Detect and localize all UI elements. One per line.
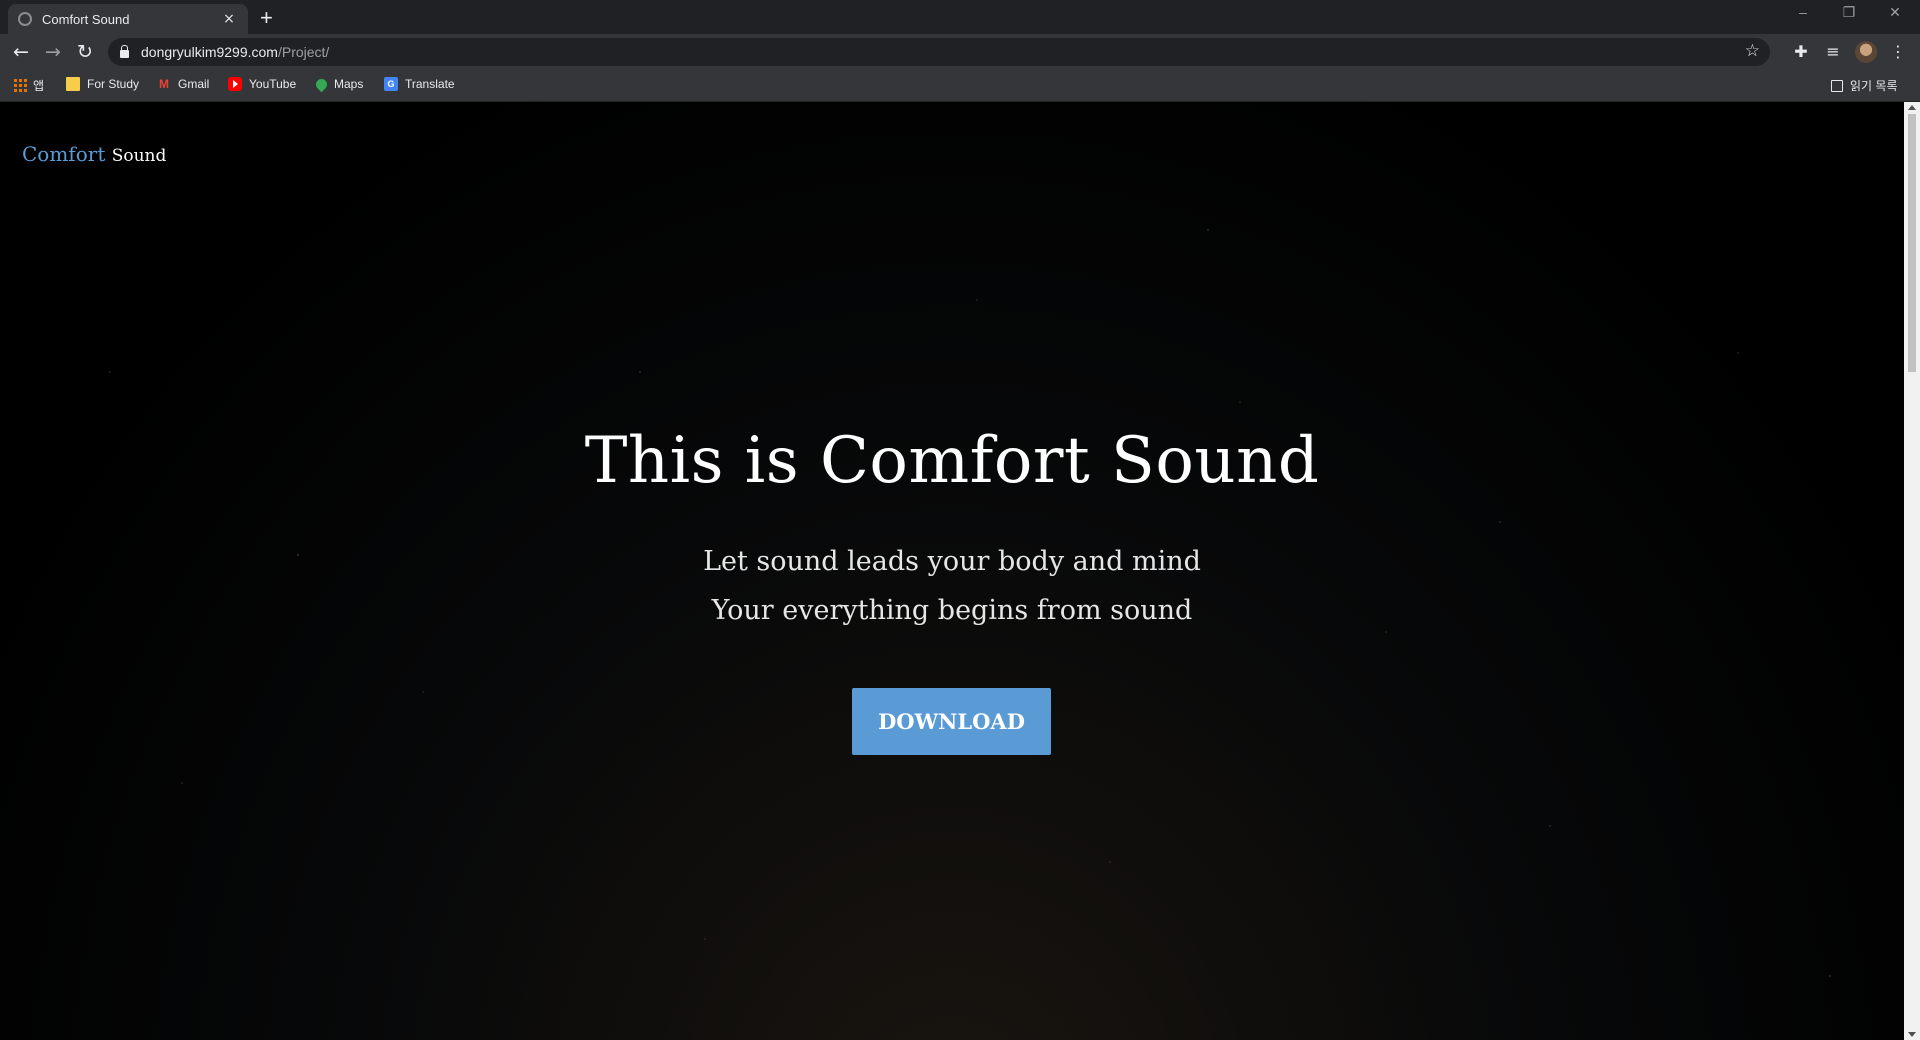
scroll-up-arrow-icon[interactable]: [1908, 105, 1916, 110]
apps-label: 앱: [33, 79, 45, 93]
apps-shortcut[interactable]: 앱: [14, 77, 44, 94]
scroll-down-arrow-icon[interactable]: [1908, 1032, 1916, 1037]
bookmarks-bar: 앱 For Study M Gmail YouTube Maps G Trans…: [0, 70, 1920, 102]
minimize-button[interactable]: –: [1780, 4, 1826, 20]
back-button[interactable]: ←: [9, 40, 33, 64]
lock-icon: [120, 45, 129, 58]
download-button[interactable]: DOWNLOAD: [852, 688, 1051, 755]
address-bar[interactable]: dongryulkim9299.com /Project/ ☆: [108, 38, 1770, 66]
bookmark-youtube[interactable]: YouTube: [228, 77, 296, 91]
apps-grid-icon: [14, 79, 27, 92]
reading-list-button[interactable]: 읽기 목록: [1831, 77, 1898, 94]
url-host: dongryulkim9299.com: [141, 44, 278, 60]
extensions-icon[interactable]: ✚: [1790, 41, 1812, 63]
scroll-thumb[interactable]: [1908, 114, 1916, 372]
url-path: /Project/: [277, 44, 330, 60]
bookmark-label: Gmail: [178, 77, 210, 91]
forward-button[interactable]: →: [41, 40, 65, 64]
youtube-icon: [228, 77, 242, 91]
hero-subtitle-line2: Your everything begins from sound: [711, 595, 1193, 626]
bookmark-star-icon[interactable]: ☆: [1745, 41, 1760, 61]
tab-close-icon[interactable]: ×: [220, 11, 238, 27]
folder-icon: [66, 77, 80, 91]
restore-button[interactable]: ❐: [1826, 4, 1872, 21]
hero-subtitle-line1: Let sound leads your body and mind: [703, 546, 1201, 577]
browser-tab-strip: Comfort Sound × + – ❐ ✕: [0, 0, 1920, 34]
gmail-icon: M: [159, 77, 169, 91]
media-control-icon[interactable]: ≡: [1822, 41, 1844, 63]
bookmark-translate[interactable]: G Translate: [384, 77, 455, 91]
bookmark-label: Translate: [405, 77, 455, 91]
menu-icon[interactable]: ⋮: [1887, 41, 1909, 63]
brand-first-word: Comfort: [22, 142, 106, 166]
bookmark-label: For Study: [87, 77, 140, 91]
bookmark-label: Maps: [334, 77, 364, 91]
browser-tab[interactable]: Comfort Sound ×: [8, 4, 248, 34]
reload-button[interactable]: ↻: [73, 40, 97, 64]
profile-avatar[interactable]: [1855, 41, 1877, 63]
bookmark-for-study[interactable]: For Study: [66, 77, 139, 91]
brand-second-word: Sound: [111, 146, 167, 166]
new-tab-button[interactable]: +: [260, 5, 273, 31]
maps-icon: [313, 76, 330, 92]
translate-icon: G: [384, 77, 398, 91]
bookmark-maps[interactable]: Maps: [313, 76, 364, 92]
site-logo[interactable]: Comfort Sound: [22, 142, 166, 166]
hero-title: This is Comfort Sound: [584, 424, 1320, 498]
bookmark-gmail[interactable]: M Gmail: [157, 77, 209, 91]
page-scrollbar[interactable]: [1904, 102, 1920, 1040]
window-close-button[interactable]: ✕: [1872, 4, 1918, 21]
tab-title: Comfort Sound: [42, 11, 130, 27]
reading-list-label: 읽기 목록: [1850, 79, 1898, 93]
bookmark-label: YouTube: [249, 77, 297, 91]
reading-list-icon: [1831, 79, 1843, 92]
globe-icon: [18, 12, 32, 26]
page-hero: Comfort Sound This is Comfort Sound Let …: [0, 102, 1904, 1040]
browser-toolbar: ← → ↻ dongryulkim9299.com /Project/ ☆ ✚ …: [0, 34, 1920, 70]
